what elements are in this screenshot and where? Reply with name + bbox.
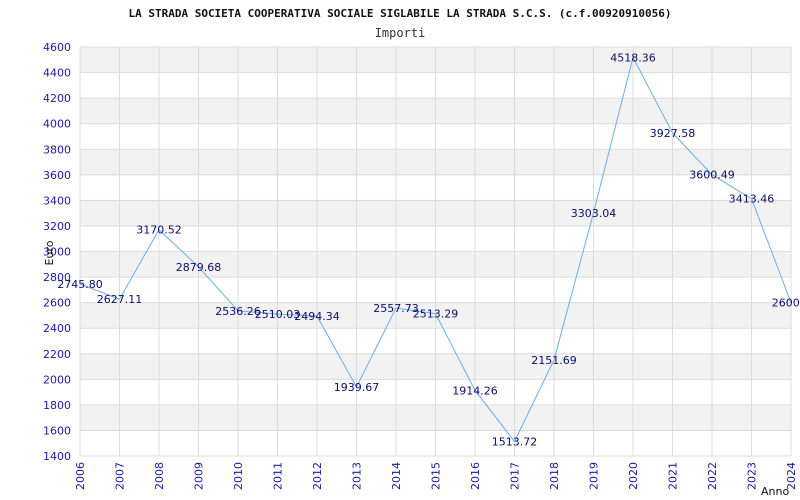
data-label: 2494.34 (294, 310, 340, 323)
y-tick-label: 4600 (43, 41, 71, 54)
chart-title: LA STRADA SOCIETA COOPERATIVA SOCIALE SI… (128, 7, 671, 20)
y-tick-label: 2400 (43, 322, 71, 335)
y-tick-label: 2200 (43, 348, 71, 361)
x-tick-label: 2015 (430, 462, 443, 490)
y-tick-label: 3400 (43, 194, 71, 207)
x-tick-label: 2013 (351, 462, 364, 490)
x-tick-label: 2007 (114, 462, 127, 490)
y-tick-label: 3800 (43, 143, 71, 156)
y-tick-label: 3600 (43, 169, 71, 182)
y-tick-label: 1400 (43, 450, 71, 463)
data-label: 3303.04 (571, 207, 617, 220)
x-tick-label: 2010 (232, 462, 245, 490)
y-tick-label: 2000 (43, 373, 71, 386)
x-tick-label: 2011 (272, 462, 285, 490)
y-tick-label: 4000 (43, 118, 71, 131)
x-axis-ticks: 2006 2007 2008 2009 2010 2011 2012 2013 2014 2015… (74, 462, 798, 490)
data-label: 4518.36 (610, 51, 656, 64)
x-tick-label: 2014 (390, 462, 403, 490)
x-tick-label: 2008 (153, 462, 166, 490)
data-label: 3170.52 (136, 224, 182, 237)
y-axis-label: Euro (43, 240, 56, 265)
x-tick-label: 2020 (627, 462, 640, 490)
x-tick-label: 2016 (469, 462, 482, 490)
chart-subtitle: Importi (375, 26, 426, 40)
line-chart: LA STRADA SOCIETA COOPERATIVA SOCIALE SI… (43, 7, 800, 498)
x-tick-label: 2006 (74, 462, 87, 490)
data-label: 1513.72 (492, 435, 538, 448)
x-tick-label: 2009 (193, 462, 206, 490)
y-tick-label: 4400 (43, 67, 71, 80)
x-tick-label: 2012 (311, 462, 324, 490)
x-tick-label: 2019 (588, 462, 601, 490)
data-label: 2627.11 (97, 293, 143, 306)
x-tick-label: 2022 (706, 462, 719, 490)
data-label: 1914.26 (452, 384, 498, 397)
data-label: 3927.58 (650, 127, 696, 140)
x-tick-label: 2023 (746, 462, 759, 490)
data-label: 1939.67 (334, 381, 380, 394)
x-tick-label: 2018 (548, 462, 561, 490)
y-tick-label: 1600 (43, 424, 71, 437)
data-label: 2745.80 (57, 278, 103, 291)
x-tick-label: 2021 (667, 462, 680, 490)
y-tick-label: 2600 (43, 297, 71, 310)
data-label: 3413.46 (729, 193, 775, 206)
data-label: 2513.29 (413, 308, 459, 321)
y-tick-label: 4200 (43, 92, 71, 105)
data-label: 2879.68 (176, 261, 222, 274)
x-axis-label: Anno (761, 485, 789, 498)
data-label: 3600.49 (689, 169, 735, 182)
data-label: 2600.0 (772, 297, 800, 310)
y-tick-label: 3200 (43, 220, 71, 233)
y-tick-label: 1800 (43, 399, 71, 412)
x-tick-label: 2017 (509, 462, 522, 490)
data-label: 2151.69 (531, 354, 577, 367)
